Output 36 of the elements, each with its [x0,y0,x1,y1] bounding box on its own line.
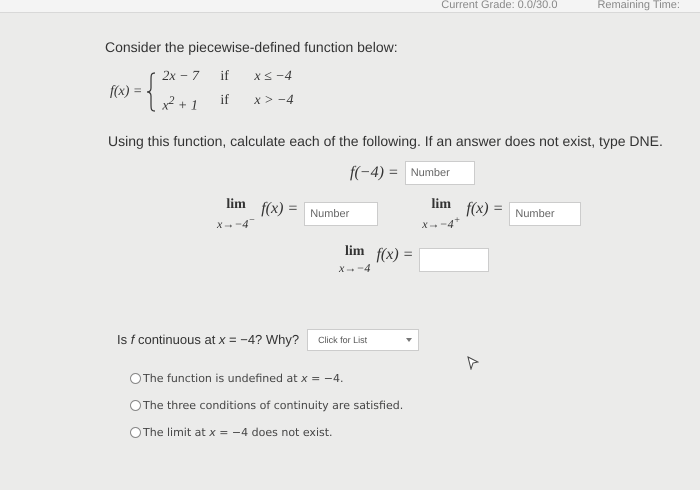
lim-text: lim [226,196,246,213]
piece-expression: 2x − 7 [162,68,200,86]
piece-condition-word: if [220,92,230,110]
answer-field[interactable] [419,248,490,272]
limit-label: f(x) = [376,246,414,264]
function-label: f(x) = [110,84,142,100]
radio-button[interactable] [130,372,141,384]
piece-condition: x ≤ −4 [254,68,292,86]
lim-text: lim [432,196,451,213]
cursor-icon [467,356,480,370]
option-text[interactable]: The limit at x = −4 does not exist. [143,426,333,439]
grade-text: Current Grade: 0.0/30.0 [441,0,558,12]
caret-icon [406,338,412,342]
instructions-text: Using this function, calculate each of the following. If an answer does not exist, type DNE. [108,132,664,149]
radio-button[interactable] [130,400,141,411]
lim-subscript: x→−4$^{−}$ [217,214,256,232]
answer-field[interactable]: Number [304,202,378,226]
remaining-time-text: Remaining Time: [597,0,680,12]
answer-field[interactable]: Number [404,160,475,185]
option-text[interactable]: The function is undefined at x = −4. [143,372,344,385]
radio-button[interactable] [130,426,141,438]
value-label: f(−4) = [350,164,399,182]
answer-field[interactable]: Number [509,202,582,226]
intro-text: Consider the piecewise-defined function below: [105,39,399,55]
brace-icon [146,72,156,112]
lim-subscript: x→−4$^{+}$ [422,214,460,232]
dropdown[interactable]: Click for List [307,328,420,351]
piece-expression: x$^{2}$ + 1 [162,93,199,116]
piece-condition: x > −4 [254,92,294,110]
limit-label: f(x) = [466,200,504,218]
piece-condition-word: if [220,68,230,86]
lim-text: lim [344,244,364,260]
option-text[interactable]: The three conditions of continuity are satisfied. [143,398,404,412]
continuity-question: Is f continuous at x = −4? Why? [117,332,300,348]
lim-subscript: x→−4 [339,260,370,276]
limit-label: f(x) = [261,200,298,218]
